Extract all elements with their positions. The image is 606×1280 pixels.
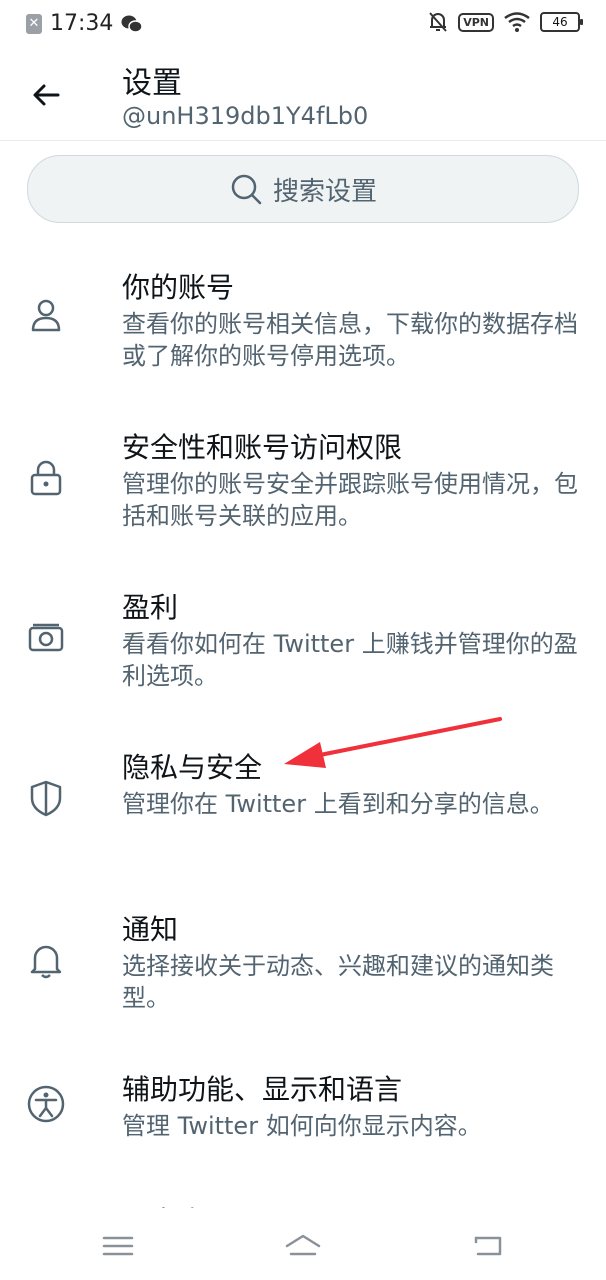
back-nav-icon[interactable] — [468, 1226, 508, 1266]
accessibility-icon — [27, 1085, 65, 1123]
search-icon — [231, 174, 262, 205]
home-icon[interactable] — [283, 1226, 323, 1266]
battery-indicator: 46 — [540, 12, 583, 32]
item-description: 管理 Twitter 如何向你显示内容。 — [122, 1112, 482, 1140]
item-description: 管理你的账号安全并跟踪账号使用情况，包括和账号关联的应用。 — [122, 470, 578, 530]
vpn-badge: VPN — [458, 12, 494, 32]
back-arrow-icon[interactable] — [28, 76, 66, 114]
person-icon — [31, 299, 61, 332]
menu-icon[interactable] — [98, 1226, 138, 1266]
item-title: 辅助功能、显示和语言 — [122, 1073, 403, 1106]
settings-item-more-resources[interactable]: 更多资源 — [0, 1200, 606, 1208]
mute-bell-icon — [429, 12, 447, 32]
settings-item-accessibility[interactable]: 辅助功能、显示和语言 管理 Twitter 如何向你显示内容。 — [0, 1068, 606, 1158]
settings-item-privacy-safety[interactable]: 隐私与安全 管理你在 Twitter 上看到和分享的信息。 — [0, 746, 606, 856]
wifi-icon — [504, 12, 530, 32]
lock-icon — [30, 460, 62, 496]
item-title: 通知 — [122, 913, 179, 946]
notification-x-icon: ✕ — [26, 13, 42, 34]
money-icon — [28, 623, 64, 652]
status-bar: ✕ 17:34 VPN 46 — [0, 0, 606, 48]
app-header: 设置 @unH319db1Y4fLb0 — [0, 48, 606, 141]
search-label: 搜索设置 — [272, 176, 377, 207]
page-title: 设置 — [122, 66, 182, 101]
status-time: 17:34 — [50, 11, 114, 36]
item-description: 查看你的账号相关信息，下载你的数据存档或了解你的账号停用选项。 — [122, 310, 578, 370]
settings-item-your-account[interactable]: 你的账号 查看你的账号相关信息，下载你的数据存档或了解你的账号停用选项。 — [0, 266, 606, 376]
item-title: 安全性和账号访问权限 — [122, 431, 403, 464]
item-title: 你的账号 — [122, 271, 235, 304]
system-nav-bar — [0, 1208, 606, 1280]
user-handle: @unH319db1Y4fLb0 — [122, 102, 369, 130]
settings-item-notifications[interactable]: 通知 选择接收关于动态、兴趣和建议的通知类型。 — [0, 908, 606, 1018]
settings-item-security[interactable]: 安全性和账号访问权限 管理你的账号安全并跟踪账号使用情况，包括和账号关联的应用。 — [0, 426, 606, 536]
wechat-icon — [121, 15, 144, 33]
bell-icon — [30, 945, 62, 979]
search-settings-button[interactable]: 搜索设置 — [27, 155, 579, 223]
item-description: 看看你如何在 Twitter 上赚钱并管理你的盈利选项。 — [122, 630, 578, 690]
item-description: 管理你在 Twitter 上看到和分享的信息。 — [122, 790, 554, 818]
item-description: 选择接收关于动态、兴趣和建议的通知类型。 — [122, 952, 554, 1012]
item-title: 盈利 — [122, 591, 179, 624]
shield-icon — [30, 780, 62, 817]
item-title: 更多资源 — [122, 1200, 234, 1208]
item-title: 隐私与安全 — [122, 751, 263, 784]
settings-item-monetization[interactable]: 盈利 看看你如何在 Twitter 上赚钱并管理你的盈利选项。 — [0, 586, 606, 696]
